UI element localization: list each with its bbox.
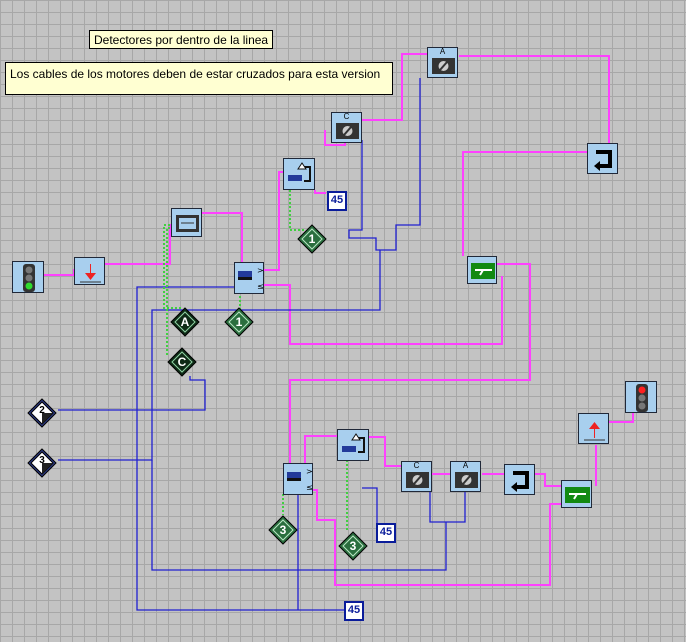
wait-value[interactable]: 45: [344, 601, 364, 621]
sensor-input-number: 3: [39, 455, 45, 466]
fork-block[interactable]: > ≤: [234, 262, 264, 294]
sensor-port-number: 3: [349, 539, 357, 553]
stop-traffic-light-icon[interactable]: [625, 381, 657, 413]
motor-a-block[interactable]: A: [450, 461, 481, 492]
fork-block[interactable]: [283, 158, 315, 190]
flow-wire: [462, 151, 588, 256]
svg-text:>: >: [306, 467, 313, 476]
flow-wire: [314, 190, 326, 194]
note-title[interactable]: Detectores por dentro de la linea: [89, 30, 273, 49]
wait-value[interactable]: 45: [327, 191, 347, 211]
flow-wire: [44, 224, 171, 276]
light-sensor-icon[interactable]: 1: [297, 224, 327, 254]
sensor-input-number: 2: [39, 405, 45, 416]
sensor-watcher-block[interactable]: [171, 208, 202, 237]
data-wire: [429, 492, 466, 523]
fork-block[interactable]: > ≤: [283, 463, 313, 495]
flow-wire: [535, 473, 561, 487]
motor-port-icon[interactable]: A: [170, 307, 200, 337]
start-traffic-light-icon[interactable]: [12, 261, 44, 293]
reverse-direction-icon[interactable]: [74, 257, 105, 285]
data-wire: [348, 140, 380, 251]
motor-a-block[interactable]: A: [427, 47, 458, 78]
data-wire: [362, 487, 378, 530]
jump-block[interactable]: [504, 464, 535, 495]
touch-sensor-icon[interactable]: 3: [27, 448, 57, 478]
motor-port-letter: C: [177, 355, 187, 369]
motor-port-icon[interactable]: C: [167, 347, 197, 377]
touch-sensor-icon[interactable]: 2: [27, 398, 57, 428]
motor-c-block[interactable]: C: [331, 112, 362, 143]
light-sensor-icon[interactable]: 3: [268, 515, 298, 545]
svg-text:>: >: [257, 266, 264, 275]
svg-text:≤: ≤: [306, 483, 313, 492]
light-sensor-icon[interactable]: 3: [338, 531, 368, 561]
motor-c-block[interactable]: C: [401, 461, 432, 492]
land-block[interactable]: [467, 256, 497, 284]
motor-port-letter: A: [180, 315, 190, 329]
svg-text:≤: ≤: [257, 282, 264, 291]
sensor-port-number: 1: [308, 232, 316, 246]
data-wire: [58, 376, 206, 411]
fork-block[interactable]: [337, 429, 369, 461]
flow-wire: [368, 436, 402, 467]
forward-direction-icon[interactable]: [578, 413, 609, 444]
land-block[interactable]: [561, 480, 592, 508]
light-sensor-icon[interactable]: 1: [224, 307, 254, 337]
flow-wire: [202, 212, 243, 262]
wait-value[interactable]: 45: [376, 523, 396, 543]
jump-block[interactable]: [587, 143, 618, 174]
sensor-port-number: 3: [279, 523, 287, 537]
sensor-port-number: 1: [235, 315, 243, 329]
note-message[interactable]: Los cables de los motores deben de estar…: [5, 62, 393, 95]
flow-wire: [459, 55, 610, 144]
flow-wire: [289, 263, 531, 470]
